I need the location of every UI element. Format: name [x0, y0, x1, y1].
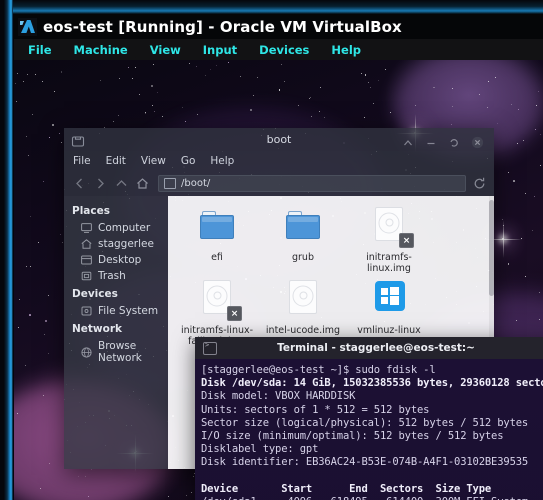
file-icon-grid[interactable]: efi grub × initramfs-linux.img × initramfs-li…	[168, 205, 494, 351]
reload-icon[interactable]	[472, 176, 487, 191]
path-input[interactable]: /boot/	[158, 175, 466, 192]
file-item-label: vmlinuz-linux	[357, 325, 421, 336]
sidebar-item-label: Browse Network	[98, 340, 142, 364]
symlink-broken-badge-icon: ×	[399, 233, 414, 248]
folder-icon[interactable]	[193, 205, 241, 249]
trash-icon	[81, 271, 92, 281]
sidebar-header-places: Places	[72, 205, 110, 217]
folder-window-icon	[71, 133, 85, 147]
disc-image-icon[interactable]	[279, 278, 327, 322]
virtualbox-menubar[interactable]: File Machine View Input Devices Help	[14, 39, 543, 60]
file-item-label: initramfs-linux.img	[366, 252, 412, 274]
vb-menu-file[interactable]: File	[28, 43, 52, 57]
virtualbox-title-text: eos-test [Running] - Oracle VM VirtualBo…	[43, 17, 402, 36]
terminal-output[interactable]: [staggerlee@eos-test ~]$ sudo fdisk -l Di…	[195, 359, 543, 500]
maximize-icon[interactable]	[448, 134, 460, 147]
virtualbox-logo-icon	[18, 17, 37, 36]
file-item-label: grub	[292, 252, 314, 263]
terminal-line: Disk model: VBOX HARDDISK	[201, 390, 356, 403]
terminal-titlebar[interactable]: Terminal - staggerlee@eos-test:~	[195, 337, 543, 359]
network-icon	[81, 347, 92, 358]
back-icon[interactable]	[71, 175, 88, 192]
terminal-line: Disk identifier: EB36AC24-B53E-074B-A4F1…	[201, 456, 529, 469]
sidebar-item-label: staggerlee	[98, 238, 154, 250]
vb-menu-help[interactable]: Help	[331, 43, 361, 57]
sidebar-item-label: Computer	[98, 222, 151, 234]
sidebar-header-network: Network	[72, 323, 123, 335]
home-icon[interactable]	[134, 175, 151, 192]
home-icon	[81, 239, 92, 249]
terminal-window[interactable]: Terminal - staggerlee@eos-test:~ [stagge…	[195, 337, 543, 500]
file-item[interactable]: efi	[174, 205, 260, 274]
disc-image-icon[interactable]: ×	[193, 278, 242, 322]
guest-desktop[interactable]: boot File Edit View Go Help /boot/ Place…	[14, 60, 543, 500]
terminal-line: Device Start End Sectors Size Type	[201, 482, 492, 495]
sidebar-item-label: Trash	[98, 270, 126, 282]
file-item[interactable]: × initramfs-linux.img	[346, 205, 432, 274]
terminal-line: I/O size (minimum/optimal): 512 bytes / …	[201, 430, 504, 443]
sidebar-item-staggerlee[interactable]: staggerlee	[64, 236, 168, 252]
fm-menu-file[interactable]: File	[73, 155, 91, 167]
sidebar-item-label: Desktop	[98, 254, 142, 266]
sidebar-header-devices: Devices	[72, 288, 118, 300]
close-icon[interactable]	[471, 134, 484, 148]
vb-menu-input[interactable]: Input	[203, 43, 237, 57]
desktop-icon	[81, 255, 92, 265]
sidebar-item-computer[interactable]: Computer	[64, 220, 168, 236]
vb-menu-machine[interactable]: Machine	[74, 43, 128, 57]
forward-icon[interactable]	[92, 175, 109, 192]
drive-icon	[81, 306, 92, 316]
vb-menu-devices[interactable]: Devices	[259, 43, 309, 57]
terminal-line: Sector size (logical/physical): 512 byte…	[201, 416, 529, 429]
terminal-line: Disk /dev/sda: 14 GiB, 15032385536 bytes…	[201, 377, 543, 390]
windows-executable-icon[interactable]	[365, 278, 413, 322]
symlink-broken-badge-icon: ×	[227, 306, 242, 321]
fm-menu-help[interactable]: Help	[210, 155, 234, 167]
minimize-icon[interactable]	[425, 134, 437, 146]
virtualbox-window: eos-test [Running] - Oracle VM VirtualBo…	[0, 0, 543, 500]
virtualbox-titlebar: eos-test [Running] - Oracle VM VirtualBo…	[14, 14, 543, 39]
computer-icon	[81, 223, 92, 233]
file-item-label: efi	[211, 252, 223, 263]
sidebar-item-file-system[interactable]: File System	[64, 303, 168, 319]
file-item-label: intel-ucode.img	[265, 325, 341, 336]
shade-icon[interactable]	[402, 134, 414, 146]
vm-border-left	[0, 0, 13, 500]
file-manager-sidebar[interactable]: Places Computer staggerlee Desktop Trash Devi…	[64, 196, 168, 469]
terminal-line: /dev/sda1 4096 618495 614400 300M EFI Sy…	[201, 496, 543, 500]
terminal-title-text: Terminal - staggerlee@eos-test:~	[277, 342, 475, 354]
sidebar-item-browse-network[interactable]: Browse Network	[64, 338, 168, 366]
folder-icon[interactable]	[279, 205, 327, 249]
file-manager-titlebar[interactable]: boot	[64, 128, 494, 151]
disc-image-icon[interactable]: ×	[365, 205, 414, 249]
vb-menu-view[interactable]: View	[150, 43, 181, 57]
file-manager-window-controls[interactable]	[402, 134, 494, 148]
screenshot-root: eos-test [Running] - Oracle VM VirtualBo…	[0, 0, 543, 500]
folder-small-icon	[164, 178, 176, 189]
fm-menu-go[interactable]: Go	[181, 155, 196, 167]
sidebar-item-label: File System	[98, 305, 159, 317]
sidebar-item-trash[interactable]: Trash	[64, 268, 168, 284]
file-manager-pathbar[interactable]: /boot/	[64, 171, 494, 196]
vm-border-top	[13, 0, 543, 14]
path-text: /boot/	[181, 178, 211, 189]
fm-menu-view[interactable]: View	[141, 155, 166, 167]
sidebar-item-desktop[interactable]: Desktop	[64, 252, 168, 268]
up-icon[interactable]	[113, 175, 130, 192]
terminal-line: [staggerlee@eos-test ~]$ sudo fdisk -l	[201, 364, 436, 376]
file-manager-menubar[interactable]: File Edit View Go Help	[64, 151, 494, 171]
file-item[interactable]: grub	[260, 205, 346, 274]
terminal-line: Units: sectors of 1 * 512 = 512 bytes	[201, 403, 430, 416]
fm-menu-edit[interactable]: Edit	[106, 155, 126, 167]
terminal-line: Disklabel type: gpt	[201, 443, 319, 456]
